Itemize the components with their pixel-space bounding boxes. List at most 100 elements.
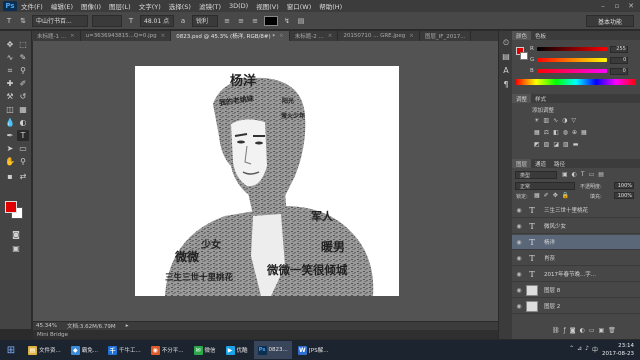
fill-field[interactable]: 100% xyxy=(614,192,634,199)
align-left-icon[interactable]: ≡ xyxy=(222,16,232,26)
taskbar-item[interactable]: ◉ 不分平... xyxy=(147,341,188,359)
swap-colors-icon[interactable]: ⇄ xyxy=(17,171,29,182)
foreground-color-swatch[interactable] xyxy=(5,201,17,213)
ime-icon[interactable]: 中 xyxy=(592,345,598,354)
quick-select-tool-icon[interactable]: ✎ xyxy=(17,52,29,63)
pen-tool-icon[interactable]: ✒ xyxy=(4,130,16,141)
bw-icon[interactable]: ◧ xyxy=(553,129,559,136)
opacity-field[interactable]: 100% xyxy=(614,182,634,189)
tab-jpeg-2[interactable]: 20150710 ... GRE.jpeg × xyxy=(338,31,420,41)
lock-transparent-icon[interactable]: ▦ xyxy=(534,192,540,199)
blend-mode-select[interactable]: 正常 xyxy=(515,182,575,190)
start-button[interactable]: ⊞ xyxy=(0,341,22,359)
visibility-eye-icon[interactable]: ◉ xyxy=(512,255,526,262)
path-select-tool-icon[interactable]: ➤ xyxy=(4,143,16,154)
taskbar-item[interactable]: ✉ 微信 xyxy=(190,341,220,359)
tab-swatches[interactable]: 色板 xyxy=(531,31,550,40)
zoom-level[interactable]: 45.34% xyxy=(36,323,57,329)
document-canvas[interactable]: 杨洋 我的老姚妹 阳光 萤火少年 军人 暖男 少女 微微 三生三世十里桃花 微微… xyxy=(135,66,399,296)
crop-tool-icon[interactable]: ⌗ xyxy=(4,65,16,76)
delete-layer-icon[interactable]: 🗑 xyxy=(608,327,616,334)
history-panel-icon[interactable]: ⏲ xyxy=(500,37,512,48)
fx-icon[interactable]: ƒ xyxy=(564,327,566,334)
curves-icon[interactable]: ∿ xyxy=(553,117,558,124)
taskbar-item[interactable]: ▶ 优酷 xyxy=(222,341,252,359)
tab-untitled-1[interactable]: 未标题-1 ... × xyxy=(32,31,81,41)
slider-g[interactable] xyxy=(537,58,608,62)
taskbar-item[interactable]: W [PS解... xyxy=(294,341,333,359)
workspace-select[interactable]: 基本功能 xyxy=(586,15,634,27)
menu-type[interactable]: 文字(Y) xyxy=(135,1,165,11)
minimize-icon[interactable]: – xyxy=(596,0,610,12)
visibility-eye-icon[interactable]: ◉ xyxy=(512,271,526,278)
close-icon[interactable]: × xyxy=(161,33,166,39)
clone-stamp-tool-icon[interactable]: ⚒ xyxy=(4,91,16,102)
exposure-icon[interactable]: ◑ xyxy=(562,117,567,124)
brightness-icon[interactable]: ☀ xyxy=(534,117,539,124)
gradient-tool-icon[interactable]: ▦ xyxy=(17,104,29,115)
taskbar-item[interactable]: ▤ 文件资... xyxy=(24,341,65,359)
adjustment-layer-icon[interactable]: ◐ xyxy=(580,327,585,334)
tab-untitled-2[interactable]: 未标题-2 ... × xyxy=(289,31,339,41)
default-colors-icon[interactable]: ▪ xyxy=(4,171,16,182)
menu-layer[interactable]: 图层(L) xyxy=(105,1,135,11)
posterize-icon[interactable]: ▧ xyxy=(544,141,550,148)
close-icon[interactable]: ✕ xyxy=(624,0,638,12)
character-panel-icon[interactable]: A xyxy=(500,65,512,76)
quick-mask-icon[interactable]: ◙ xyxy=(10,229,22,240)
threshold-icon[interactable]: ◪ xyxy=(553,141,559,148)
lasso-tool-icon[interactable]: ∿ xyxy=(4,52,16,63)
selective-color-icon[interactable]: ▨ xyxy=(563,141,569,148)
value-g[interactable]: 0 xyxy=(610,56,629,64)
layer-row[interactable]: ◉ T 三生三世十里桃花 xyxy=(512,203,640,218)
filter-pixel-icon[interactable]: ▣ xyxy=(562,171,568,178)
close-icon[interactable]: × xyxy=(70,33,75,39)
mini-bridge-tab[interactable]: Mini Bridge xyxy=(33,330,498,339)
shape-tool-icon[interactable]: ▭ xyxy=(17,143,29,154)
invert-icon[interactable]: ◩ xyxy=(534,141,540,148)
slider-b[interactable] xyxy=(536,69,607,73)
hand-tool-icon[interactable]: ✋ xyxy=(4,156,16,167)
system-clock[interactable]: 23:14 2017-08-23 xyxy=(602,342,634,358)
new-group-icon[interactable]: ▭ xyxy=(589,327,595,334)
blur-tool-icon[interactable]: 💧 xyxy=(4,117,16,128)
levels-icon[interactable]: ▥ xyxy=(543,117,549,124)
text-color-swatch[interactable] xyxy=(264,15,278,26)
taskbar-item[interactable]: 千 千牛工... xyxy=(104,341,145,359)
type-tool-icon[interactable]: T xyxy=(17,130,29,141)
close-icon[interactable]: × xyxy=(409,33,414,39)
eyedropper-tool-icon[interactable]: ⚲ xyxy=(17,65,29,76)
filter-shape-icon[interactable]: ▭ xyxy=(589,171,595,178)
tab-color[interactable]: 颜色 xyxy=(512,31,532,40)
color-bg-swatch[interactable] xyxy=(520,52,528,60)
visibility-eye-icon[interactable]: ◉ xyxy=(512,303,526,310)
screen-mode-icon[interactable]: ▣ xyxy=(10,243,22,254)
value-b[interactable]: 0 xyxy=(609,67,628,75)
close-icon[interactable]: × xyxy=(279,33,284,39)
mask-icon[interactable]: ◙ xyxy=(570,327,576,334)
tab-adjustments[interactable]: 调整 xyxy=(512,94,532,103)
antialias-select[interactable]: 锐利 xyxy=(192,14,218,27)
filter-type-icon[interactable]: T xyxy=(581,171,585,178)
tab-paths[interactable]: 路径 xyxy=(550,159,569,168)
balance-icon[interactable]: ⚖ xyxy=(544,129,549,136)
menu-window[interactable]: 窗口(W) xyxy=(283,1,316,11)
visibility-eye-icon[interactable]: ◉ xyxy=(512,223,526,230)
font-size-field[interactable]: 48.01 点 xyxy=(140,14,174,27)
photo-filter-icon[interactable]: ◍ xyxy=(563,129,568,136)
tab-layer-file[interactable]: 图层_IF_2017... xyxy=(419,31,472,41)
type-tool-preset-icon[interactable]: T xyxy=(4,16,14,26)
filter-smart-icon[interactable]: ▤ xyxy=(598,171,604,178)
zoom-tool-icon[interactable]: ⚲ xyxy=(17,156,29,167)
history-brush-tool-icon[interactable]: ↺ xyxy=(17,91,29,102)
volume-icon[interactable]: ♪ xyxy=(585,345,589,354)
layer-row[interactable]: ◉ 图层 8 xyxy=(512,283,640,298)
menu-3d[interactable]: 3D(D) xyxy=(225,2,252,10)
align-right-icon[interactable]: ≡ xyxy=(250,16,260,26)
font-family-select[interactable]: 中山行书百... xyxy=(32,14,88,27)
hue-icon[interactable]: ▦ xyxy=(534,129,540,136)
layer-row[interactable]: ◉ T 杨洋 xyxy=(512,235,640,250)
taskbar-item[interactable]: ◆ 霸免... xyxy=(67,341,102,359)
tab-channels[interactable]: 通道 xyxy=(531,159,550,168)
font-style-select[interactable] xyxy=(92,14,122,27)
